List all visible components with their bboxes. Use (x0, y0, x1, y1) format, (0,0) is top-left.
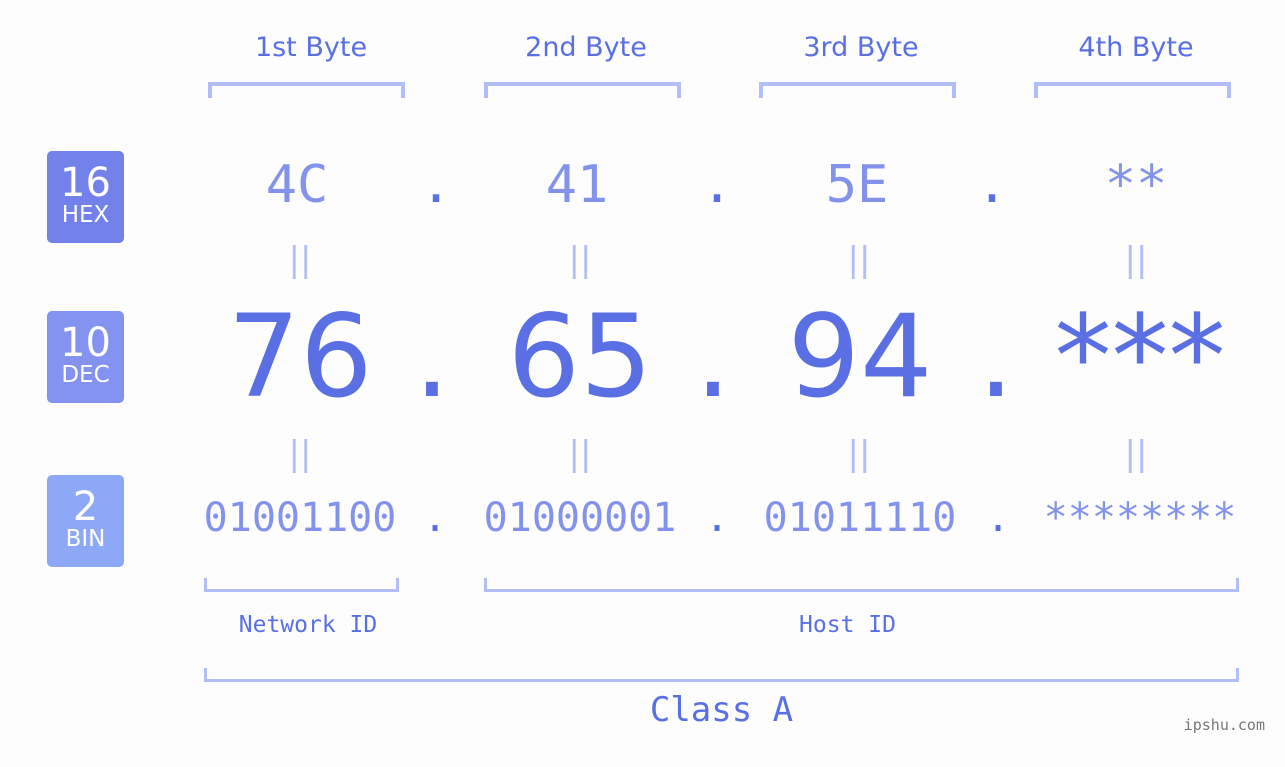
hex-value-4: ** (1104, 155, 1168, 215)
bin-badge: 2 BIN (47, 475, 124, 567)
dec-badge-number: 10 (60, 320, 111, 366)
byte-header-2: 2nd Byte (525, 32, 647, 63)
host-id-bracket (484, 578, 1239, 592)
byte-bracket-1 (208, 82, 405, 98)
dec-value-2: 65 (507, 290, 653, 423)
byte-bracket-4 (1034, 82, 1231, 98)
class-label: Class A (649, 690, 794, 730)
bin-badge-number: 2 (72, 484, 99, 530)
network-id-label: Network ID (238, 612, 378, 638)
dec-value-3: 94 (787, 290, 933, 423)
hex-value-1: 4C (265, 155, 329, 215)
byte-bracket-3 (759, 82, 956, 98)
hex-separator-3: . (976, 155, 1008, 215)
equals-dec-bin-4: || (1124, 434, 1148, 474)
dec-separator-2: . (694, 290, 732, 423)
byte-header-3: 3rd Byte (803, 32, 919, 63)
bin-separator-2: . (704, 495, 730, 541)
equals-hex-dec-3: || (847, 240, 871, 280)
bin-badge-label: BIN (65, 526, 106, 552)
bin-value-3: 01011110 (763, 495, 957, 541)
dec-separator-3: . (977, 290, 1015, 423)
hex-value-2: 41 (545, 155, 609, 215)
equals-hex-dec-1: || (288, 240, 312, 280)
dec-value-1: 76 (227, 290, 373, 423)
hex-badge-number: 16 (60, 160, 111, 206)
dec-badge-label: DEC (61, 362, 110, 388)
hex-separator-1: . (420, 155, 452, 215)
dec-badge: 10 DEC (47, 311, 124, 403)
equals-dec-bin-3: || (847, 434, 871, 474)
class-bracket (204, 668, 1239, 682)
hex-separator-2: . (701, 155, 733, 215)
byte-header-4: 4th Byte (1078, 32, 1194, 63)
bin-separator-1: . (422, 495, 448, 541)
hex-badge-label: HEX (61, 202, 110, 228)
equals-hex-dec-4: || (1124, 240, 1148, 280)
watermark: ipshu.com (1183, 716, 1265, 734)
bin-separator-3: . (985, 495, 1011, 541)
hex-value-3: 5E (825, 155, 889, 215)
byte-bracket-2 (484, 82, 681, 98)
byte-header-1: 1st Byte (254, 32, 368, 63)
equals-dec-bin-1: || (288, 434, 312, 474)
network-id-bracket (204, 578, 399, 592)
dec-value-4: *** (1054, 290, 1226, 423)
host-id-label: Host ID (799, 612, 896, 638)
bin-value-1: 01001100 (203, 495, 397, 541)
bin-value-2: 01000001 (483, 495, 677, 541)
bin-value-4: ******** (1043, 495, 1237, 541)
hex-badge: 16 HEX (47, 151, 124, 243)
equals-hex-dec-2: || (568, 240, 592, 280)
equals-dec-bin-2: || (568, 434, 592, 474)
dec-separator-1: . (413, 290, 451, 423)
